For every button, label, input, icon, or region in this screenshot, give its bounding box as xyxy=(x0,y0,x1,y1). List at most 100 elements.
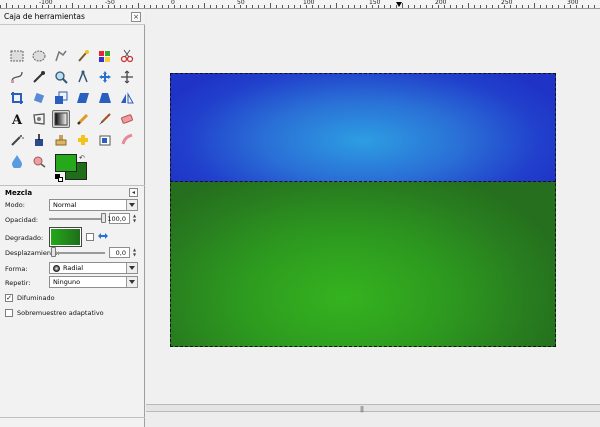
blend-icon[interactable] xyxy=(52,110,70,128)
opacity-spinbox[interactable]: 100,0 xyxy=(107,213,130,224)
color-select-icon[interactable] xyxy=(96,47,114,65)
offset-slider-handle[interactable] xyxy=(51,247,56,257)
gradient-preview-button[interactable] xyxy=(49,227,82,247)
reverse-gradient-checkbox[interactable] xyxy=(86,233,94,241)
mode-value: Normal xyxy=(53,201,77,209)
ruler-tick xyxy=(330,5,331,8)
ruler-tick xyxy=(54,5,55,8)
ruler-tick xyxy=(300,5,301,8)
image-grass-region[interactable] xyxy=(170,182,556,347)
align-icon[interactable] xyxy=(118,68,136,86)
ellipse-select-icon[interactable] xyxy=(30,47,48,65)
clone-icon[interactable] xyxy=(52,131,70,149)
text-icon[interactable]: A xyxy=(8,110,26,128)
rect-select-icon[interactable] xyxy=(8,47,26,65)
chevron-down-icon[interactable] xyxy=(126,200,137,210)
opacity-spin-arrows-icon[interactable]: ▲ ▼ xyxy=(132,213,137,224)
free-select-icon[interactable] xyxy=(52,47,70,65)
move-icon[interactable] xyxy=(96,68,114,86)
heal-icon[interactable] xyxy=(74,131,92,149)
close-icon[interactable]: × xyxy=(131,12,141,22)
rotate-icon[interactable] xyxy=(30,89,48,107)
horizontal-scrollbar[interactable]: ||| xyxy=(146,404,600,413)
ruler-tick xyxy=(354,5,355,8)
measure-icon[interactable] xyxy=(74,68,92,86)
ruler-tick xyxy=(408,5,409,8)
ruler-tick xyxy=(480,5,481,8)
mode-select[interactable]: Normal xyxy=(49,199,138,211)
dither-checkbox[interactable]: ✓ xyxy=(5,294,13,302)
paintbrush-icon[interactable] xyxy=(96,110,114,128)
paths-icon[interactable] xyxy=(8,68,26,86)
adaptive-supersampling-checkbox[interactable] xyxy=(5,309,13,317)
smudge-icon[interactable] xyxy=(118,131,136,149)
ink-icon[interactable] xyxy=(30,131,48,149)
ruler-tick xyxy=(162,5,163,8)
chevron-down-icon[interactable] xyxy=(126,263,137,273)
airbrush-icon[interactable] xyxy=(8,131,26,149)
foreground-color-swatch[interactable] xyxy=(55,154,77,172)
ruler-tick xyxy=(516,5,517,8)
perspective-icon[interactable] xyxy=(96,89,114,107)
color-picker-icon[interactable] xyxy=(30,68,48,86)
ruler-tick xyxy=(102,5,103,8)
fg-bg-color-selector[interactable]: ↶ xyxy=(55,154,89,182)
ruler-tick xyxy=(72,3,73,8)
eraser-icon[interactable] xyxy=(118,110,136,128)
ruler-label: 0 xyxy=(171,0,175,6)
flip-icon[interactable] xyxy=(118,89,136,107)
ruler-tick xyxy=(384,5,385,8)
scissors-icon[interactable] xyxy=(118,47,136,65)
crop-icon[interactable] xyxy=(8,89,26,107)
fuzzy-select-icon[interactable] xyxy=(74,47,92,65)
ruler-tick xyxy=(318,5,319,8)
ruler-tick xyxy=(132,5,133,8)
ruler-tick xyxy=(324,5,325,8)
ruler-label: 200 xyxy=(435,0,447,6)
repeat-select[interactable]: Ninguno xyxy=(49,276,138,288)
ruler-label: -100 xyxy=(39,0,53,6)
zoom-icon[interactable] xyxy=(52,68,70,86)
perspective-clone-icon[interactable] xyxy=(96,131,114,149)
ruler-tick xyxy=(156,5,157,8)
swap-colors-icon[interactable]: ↶ xyxy=(79,154,85,162)
offset-spinbox[interactable]: 0,0 xyxy=(109,247,130,258)
opacity-slider-handle[interactable] xyxy=(101,213,106,223)
dodge-burn-icon[interactable] xyxy=(30,152,48,170)
reverse-arrows-icon[interactable] xyxy=(97,232,109,240)
ruler-label: 50 xyxy=(237,0,245,6)
ruler-tick xyxy=(522,5,523,8)
ruler-tick xyxy=(414,5,415,8)
offset-slider[interactable] xyxy=(53,252,105,254)
chevron-down-icon[interactable] xyxy=(126,277,137,287)
tab-menu-icon[interactable]: ◂ xyxy=(129,188,138,197)
blur-icon[interactable] xyxy=(8,152,26,170)
offset-spin-arrows-icon[interactable]: ▲ ▼ xyxy=(132,247,137,258)
shape-select[interactable]: Radial xyxy=(49,262,138,274)
ruler-tick xyxy=(360,5,361,8)
shear-icon[interactable] xyxy=(74,89,92,107)
ruler-tick xyxy=(120,5,121,8)
radial-gradient-icon xyxy=(53,265,60,272)
ruler-tick xyxy=(24,5,25,8)
opacity-slider[interactable] xyxy=(49,218,105,220)
ruler-tick xyxy=(402,3,403,8)
cage-icon[interactable] xyxy=(30,110,48,128)
default-colors-icon[interactable] xyxy=(55,174,63,182)
shape-label: Forma: xyxy=(5,265,28,273)
ruler-label: 250 xyxy=(501,0,513,6)
scroll-grip-icon[interactable]: ||| xyxy=(360,406,364,413)
ruler-tick xyxy=(30,5,31,8)
ruler-tick xyxy=(582,5,583,8)
adaptive-supersampling-label: Sobremuestreo adaptativo xyxy=(17,309,104,317)
pencil-icon[interactable] xyxy=(74,110,92,128)
scale-icon[interactable] xyxy=(52,89,70,107)
ruler-tick xyxy=(12,5,13,8)
mode-label: Modo: xyxy=(5,201,25,209)
ruler-tick xyxy=(276,5,277,8)
image-canvas[interactable] xyxy=(170,73,556,347)
ruler-tick xyxy=(252,5,253,8)
repeat-label: Repetir: xyxy=(5,279,31,287)
ruler-tick xyxy=(282,5,283,8)
image-sky-region[interactable] xyxy=(170,73,556,182)
